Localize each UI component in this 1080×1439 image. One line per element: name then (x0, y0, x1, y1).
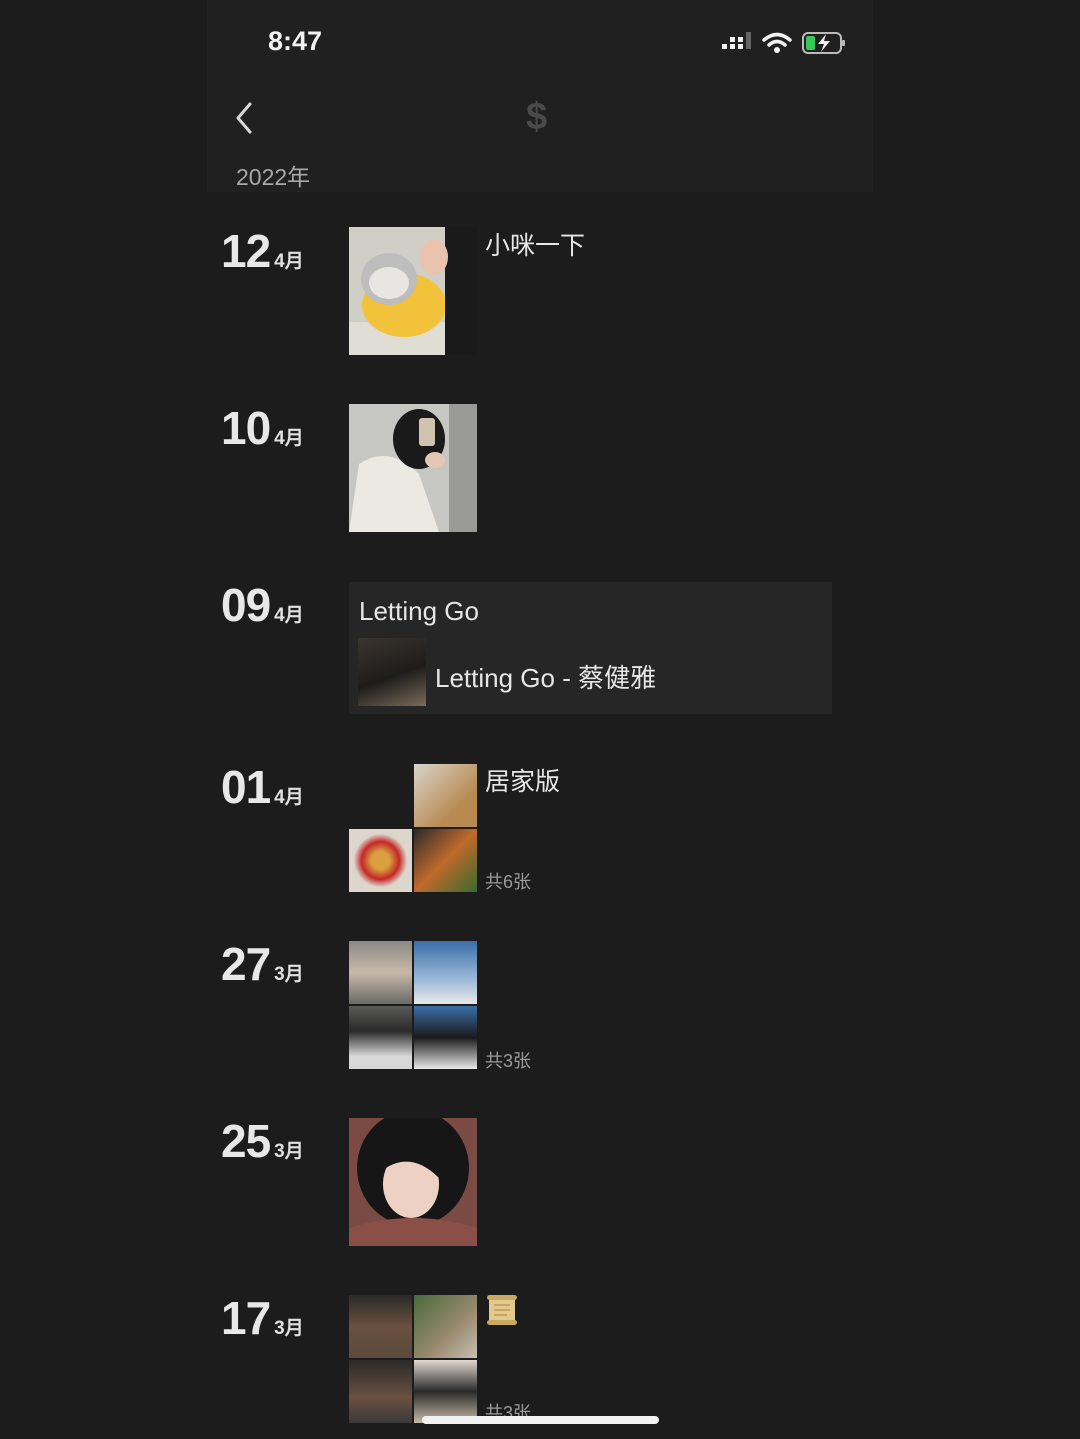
album-cover (358, 638, 426, 706)
photo-cell (414, 941, 477, 1004)
entry-day: 25 (221, 1115, 271, 1167)
photo-cell (349, 1295, 412, 1358)
status-time: 8:47 (268, 26, 323, 56)
scroll-emoji-icon (485, 1293, 519, 1334)
dollar-icon: $ (526, 96, 548, 138)
music-track: Letting Go - 蔡健雅 (435, 663, 657, 693)
photo-cell (414, 764, 477, 827)
music-title: Letting Go (359, 596, 479, 626)
photo-cell (414, 1006, 477, 1069)
entry-date: 17 3月 (221, 1291, 304, 1345)
entry-caption: 小咪一下 (485, 232, 586, 260)
back-button[interactable] (228, 96, 268, 140)
status-icons (722, 28, 846, 58)
signal-icon (722, 32, 751, 49)
chevron-left-icon (236, 102, 252, 134)
entry-day: 17 (221, 1292, 271, 1344)
entry-date: 09 4月 (221, 578, 304, 632)
photo-thumbnail[interactable] (349, 1118, 477, 1246)
photo-cell (349, 1360, 412, 1423)
wifi-icon (762, 32, 792, 53)
photo-cell (414, 1295, 477, 1358)
photo-thumbnail[interactable] (349, 227, 477, 355)
entry-date: 25 3月 (221, 1114, 304, 1168)
entry-month: 3月 (274, 1141, 304, 1162)
entry-day: 27 (221, 938, 271, 990)
photo-grid[interactable] (349, 764, 477, 892)
music-card[interactable]: Letting Go Letting Go - 蔡健雅 (349, 582, 832, 714)
photo-cell (414, 1360, 477, 1423)
entry-date: 12 4月 (221, 224, 304, 278)
entry-month: 4月 (274, 787, 304, 808)
entry-date: 27 3月 (221, 937, 304, 991)
photo-cell (349, 829, 412, 892)
entry-month: 4月 (274, 605, 304, 626)
entry-day: 09 (221, 579, 271, 631)
entry-date: 01 4月 (221, 760, 304, 814)
photo-thumbnail[interactable] (349, 404, 477, 532)
entry-month: 3月 (274, 1318, 304, 1339)
home-indicator[interactable] (422, 1416, 659, 1424)
photo-count: 共3张 (485, 1051, 532, 1071)
entry-month: 4月 (274, 251, 304, 272)
entry-day: 10 (221, 402, 271, 454)
battery-charging-icon (802, 32, 845, 54)
entry-date: 10 4月 (221, 401, 304, 455)
photo-count: 共6张 (485, 872, 532, 892)
photo-cell (349, 1006, 412, 1069)
photo-cell (349, 941, 412, 1004)
photo-cell (349, 764, 412, 827)
entry-month: 3月 (274, 964, 304, 985)
photo-cell (414, 829, 477, 892)
entry-month: 4月 (274, 428, 304, 449)
entry-caption: 居家版 (485, 768, 561, 796)
photo-grid[interactable] (349, 1295, 477, 1423)
entry-day: 01 (221, 761, 271, 813)
photo-grid[interactable] (349, 941, 477, 1069)
entry-day: 12 (221, 225, 271, 277)
year-label: 2022年 (236, 164, 311, 190)
